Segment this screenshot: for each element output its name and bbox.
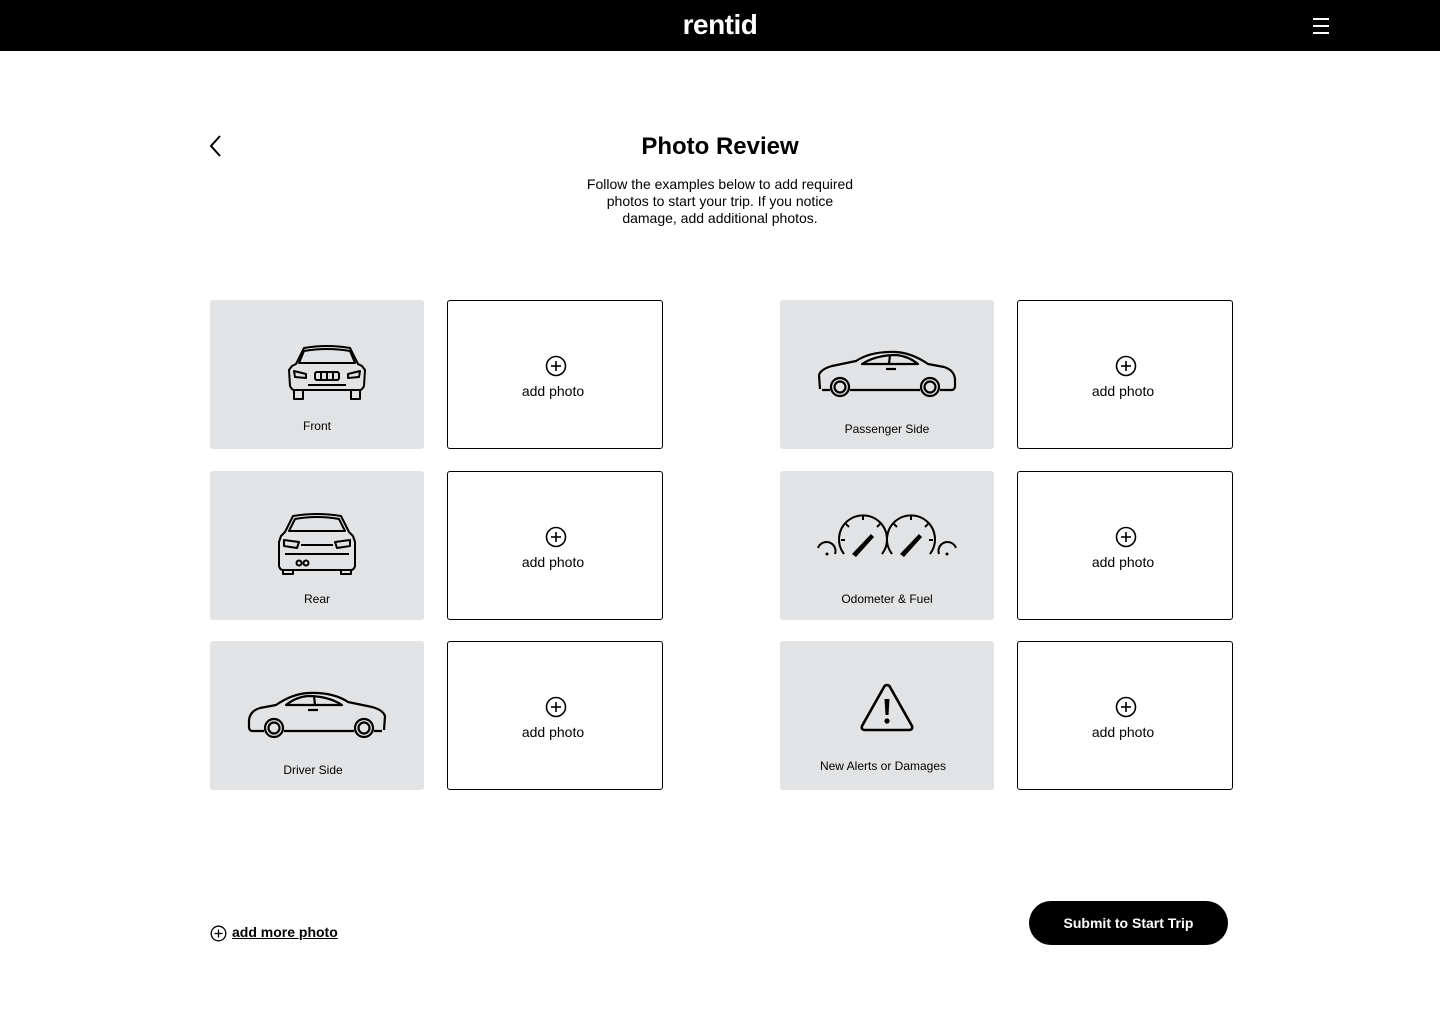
example-front: Front	[210, 300, 424, 449]
add-more-photo-label[interactable]: add more photo	[232, 924, 338, 941]
plus-circle-icon	[1115, 355, 1137, 377]
car-rear-icon	[278, 513, 356, 575]
example-driver-side: Driver Side	[210, 641, 424, 790]
example-passenger-side: Passenger Side	[780, 300, 994, 449]
warning-icon	[860, 683, 914, 732]
example-label: Driver Side	[283, 763, 343, 777]
add-photo-label: add photo	[521, 724, 585, 740]
top-navigation-bar: rentid	[0, 0, 1440, 51]
add-photo-rear[interactable]: add photo	[447, 471, 663, 620]
example-rear: Rear	[210, 471, 424, 620]
car-passenger-side-icon	[817, 350, 957, 398]
example-label: Odometer & Fuel	[841, 592, 933, 606]
add-photo-front[interactable]: add photo	[447, 300, 663, 449]
example-label: Front	[302, 419, 331, 433]
example-label: Rear	[303, 592, 330, 606]
example-alerts-damages: New Alerts or Damages	[780, 641, 994, 790]
plus-circle-icon	[545, 696, 567, 718]
add-photo-driver-side[interactable]: add photo	[447, 641, 663, 790]
plus-circle-icon	[1115, 696, 1137, 718]
add-photo-label: add photo	[521, 383, 585, 399]
add-photo-label: add photo	[1091, 554, 1155, 570]
hamburger-menu-icon[interactable]	[1310, 15, 1334, 37]
plus-circle-icon	[545, 355, 567, 377]
page-subtitle: Follow the examples below to add require…	[586, 176, 854, 226]
plus-circle-icon	[545, 526, 567, 548]
car-driver-side-icon	[247, 691, 387, 739]
example-odometer-fuel: Odometer & Fuel	[780, 471, 994, 620]
add-photo-odometer-fuel[interactable]: add photo	[1017, 471, 1233, 620]
example-label: New Alerts or Damages	[819, 759, 947, 773]
car-front-icon	[288, 345, 366, 400]
add-photo-passenger-side[interactable]: add photo	[1017, 300, 1233, 449]
plus-circle-icon	[1115, 526, 1137, 548]
add-photo-label: add photo	[1091, 383, 1155, 399]
gauges-icon	[817, 514, 957, 557]
example-label: Passenger Side	[844, 422, 930, 436]
submit-start-trip-button[interactable]: Submit to Start Trip	[1029, 901, 1228, 945]
plus-circle-icon	[210, 925, 227, 942]
add-photo-alerts-damages[interactable]: add photo	[1017, 641, 1233, 790]
add-photo-label: add photo	[521, 554, 585, 570]
rentid-logo[interactable]: rentid	[0, 8, 1440, 42]
page-title: Photo Review	[641, 133, 799, 160]
add-photo-label: add photo	[1091, 724, 1155, 740]
